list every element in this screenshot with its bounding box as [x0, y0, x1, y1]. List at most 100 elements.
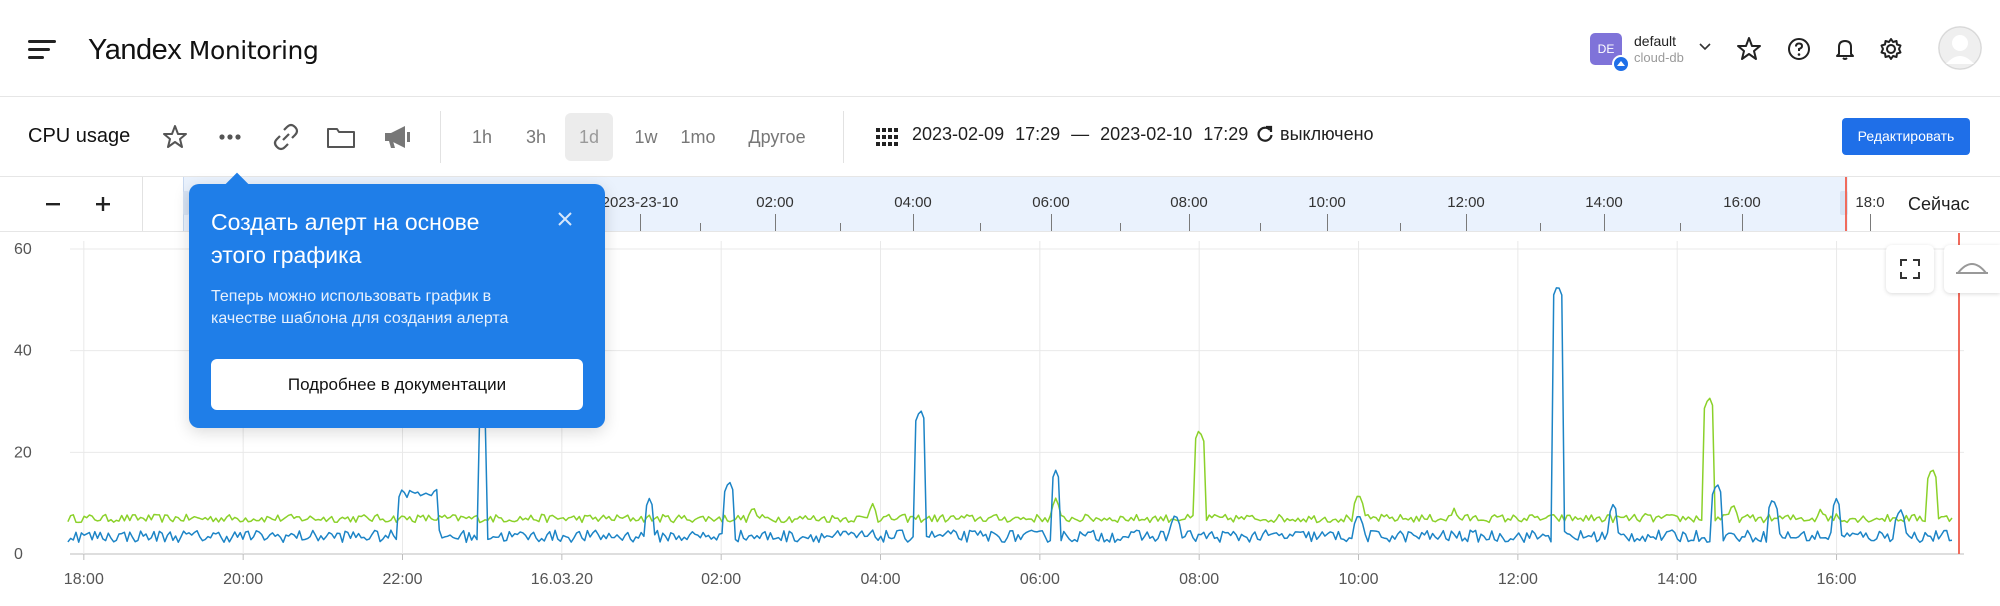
zoom-out-icon[interactable]	[38, 189, 68, 219]
time-to: 17:29	[1203, 124, 1249, 144]
date-from: 2023-02-09	[912, 124, 1005, 144]
x-tick-label: 10:00	[1338, 571, 1378, 588]
x-tick-label: 18:00	[64, 571, 104, 588]
timeline-tick	[1051, 214, 1052, 231]
line-chart-icon	[1956, 263, 1988, 274]
page-title: CPU usage	[28, 125, 131, 147]
logo-brand: Yandex	[88, 34, 182, 66]
docs-button[interactable]: Подробнее в документации	[211, 359, 583, 410]
x-tick-label: 22:00	[382, 571, 422, 588]
star-icon[interactable]	[1736, 36, 1762, 62]
timeline-label: 12:00	[1447, 194, 1485, 211]
top-header: Yandex Monitoring DE default cloud-db	[0, 0, 2000, 97]
popup-description: Теперь можно использовать график в качес…	[211, 288, 509, 327]
x-tick-label: 06:00	[1020, 571, 1060, 588]
range-1d[interactable]: 1d	[565, 113, 613, 161]
y-tick-label: 40	[14, 343, 32, 360]
range-other[interactable]: Другое	[740, 122, 814, 152]
x-tick-label: 02:00	[701, 571, 741, 588]
fullscreen-button[interactable]	[1886, 245, 1934, 293]
timeline-tick	[1604, 214, 1605, 231]
x-tick-label: 08:00	[1179, 571, 1219, 588]
timeline-minor-tick	[1540, 223, 1541, 231]
refresh-icon	[1257, 125, 1273, 142]
timeline-tick	[913, 214, 914, 231]
timeline-label: 02:00	[756, 194, 794, 211]
user-icon	[1938, 26, 1982, 70]
refresh-status: выключено	[1280, 124, 1374, 144]
y-tick-label: 20	[14, 444, 32, 461]
menu-icon[interactable]	[28, 38, 56, 60]
y-tick-label: 0	[14, 546, 23, 563]
close-icon[interactable]	[554, 208, 576, 230]
y-tick-label: 60	[14, 241, 32, 258]
timeline-label: 14:00	[1585, 194, 1623, 211]
chevron-down-icon	[1699, 43, 1711, 51]
popup-title: Создать алерт на основе этого графика	[211, 209, 480, 268]
date-separator: —	[1071, 124, 1090, 144]
account-name: default	[1634, 33, 1677, 49]
timeline-minor-tick	[840, 223, 841, 231]
cloud-icon	[1612, 55, 1630, 73]
timeline-label: 18:0	[1855, 194, 1885, 211]
fullscreen-icon	[1900, 259, 1920, 279]
megaphone-icon[interactable]	[381, 121, 413, 153]
x-tick-label: 16.03.20	[531, 571, 593, 588]
avatar[interactable]	[1938, 26, 1982, 70]
timeline-label: 08:00	[1170, 194, 1208, 211]
x-tick-label: 12:00	[1498, 571, 1538, 588]
range-1mo[interactable]: 1mo	[674, 122, 722, 152]
timeline-minor-tick	[1260, 223, 1261, 231]
account-switcher[interactable]: DE default cloud-db	[1590, 33, 1711, 73]
x-tick-label: 14:00	[1657, 571, 1697, 588]
favorite-star-icon[interactable]	[159, 121, 191, 153]
x-tick-label: 04:00	[860, 571, 900, 588]
timeline-tick	[1327, 214, 1328, 231]
time-from: 17:29	[1015, 124, 1061, 144]
timeline-tick	[775, 214, 776, 231]
link-icon[interactable]	[270, 121, 302, 153]
chart-type-button[interactable]	[1944, 245, 2000, 293]
auto-refresh-toggle[interactable]: выключено	[1256, 124, 1374, 145]
timeline-tick	[1742, 214, 1743, 231]
timeline-tick	[640, 214, 641, 231]
timeline-now-marker	[1845, 177, 1847, 231]
timeline-minor-tick	[1400, 223, 1401, 231]
timeline-minor-tick	[1120, 223, 1121, 231]
timeline-tick	[1466, 214, 1467, 231]
zoom-in-icon[interactable]	[88, 189, 118, 219]
timeline-tick	[1870, 214, 1871, 231]
date-range-picker[interactable]: 2023-02-09 17:29 — 2023-02-10 17:29	[912, 124, 1248, 145]
timeline-minor-tick	[1680, 223, 1681, 231]
account-cloud: cloud-db	[1634, 50, 1684, 65]
help-icon[interactable]	[1786, 36, 1812, 62]
timeline-label: 10:00	[1308, 194, 1346, 211]
date-to: 2023-02-10	[1100, 124, 1193, 144]
gear-icon[interactable]	[1878, 36, 1904, 62]
edit-button[interactable]: Редактировать	[1842, 118, 1970, 155]
range-3h[interactable]: 3h	[516, 122, 556, 152]
timeline-tick	[1189, 214, 1190, 231]
timeline-divider	[142, 177, 143, 231]
folder-icon[interactable]	[325, 121, 357, 153]
range-1w[interactable]: 1w	[626, 122, 666, 152]
bell-icon[interactable]	[1832, 36, 1858, 62]
logo-product: Monitoring	[188, 36, 319, 65]
more-icon[interactable]	[214, 121, 246, 153]
x-tick-label: 20:00	[223, 571, 263, 588]
x-tick-label: 16:00	[1817, 571, 1857, 588]
timeline-label: 04:00	[894, 194, 932, 211]
timeline-label: 06:00	[1032, 194, 1070, 211]
timeline-label: 2023-23-10	[601, 194, 679, 211]
calendar-grid-icon[interactable]	[876, 127, 898, 147]
timeline-label: 16:00	[1723, 194, 1761, 211]
timeline-minor-tick	[700, 223, 701, 231]
range-1h[interactable]: 1h	[462, 122, 502, 152]
app-logo[interactable]: Yandex Monitoring	[88, 34, 319, 67]
create-alert-popup: Создать алерт на основе этого графика Те…	[189, 184, 605, 428]
now-button[interactable]: Сейчас	[1888, 177, 2000, 231]
timeline-minor-tick	[980, 223, 981, 231]
toolbar-divider	[843, 111, 844, 163]
toolbar-divider	[440, 111, 441, 163]
chart-toolbar: CPU usage 1h 3h 1d 1w 1mo Другое 2023-02…	[0, 97, 2000, 177]
